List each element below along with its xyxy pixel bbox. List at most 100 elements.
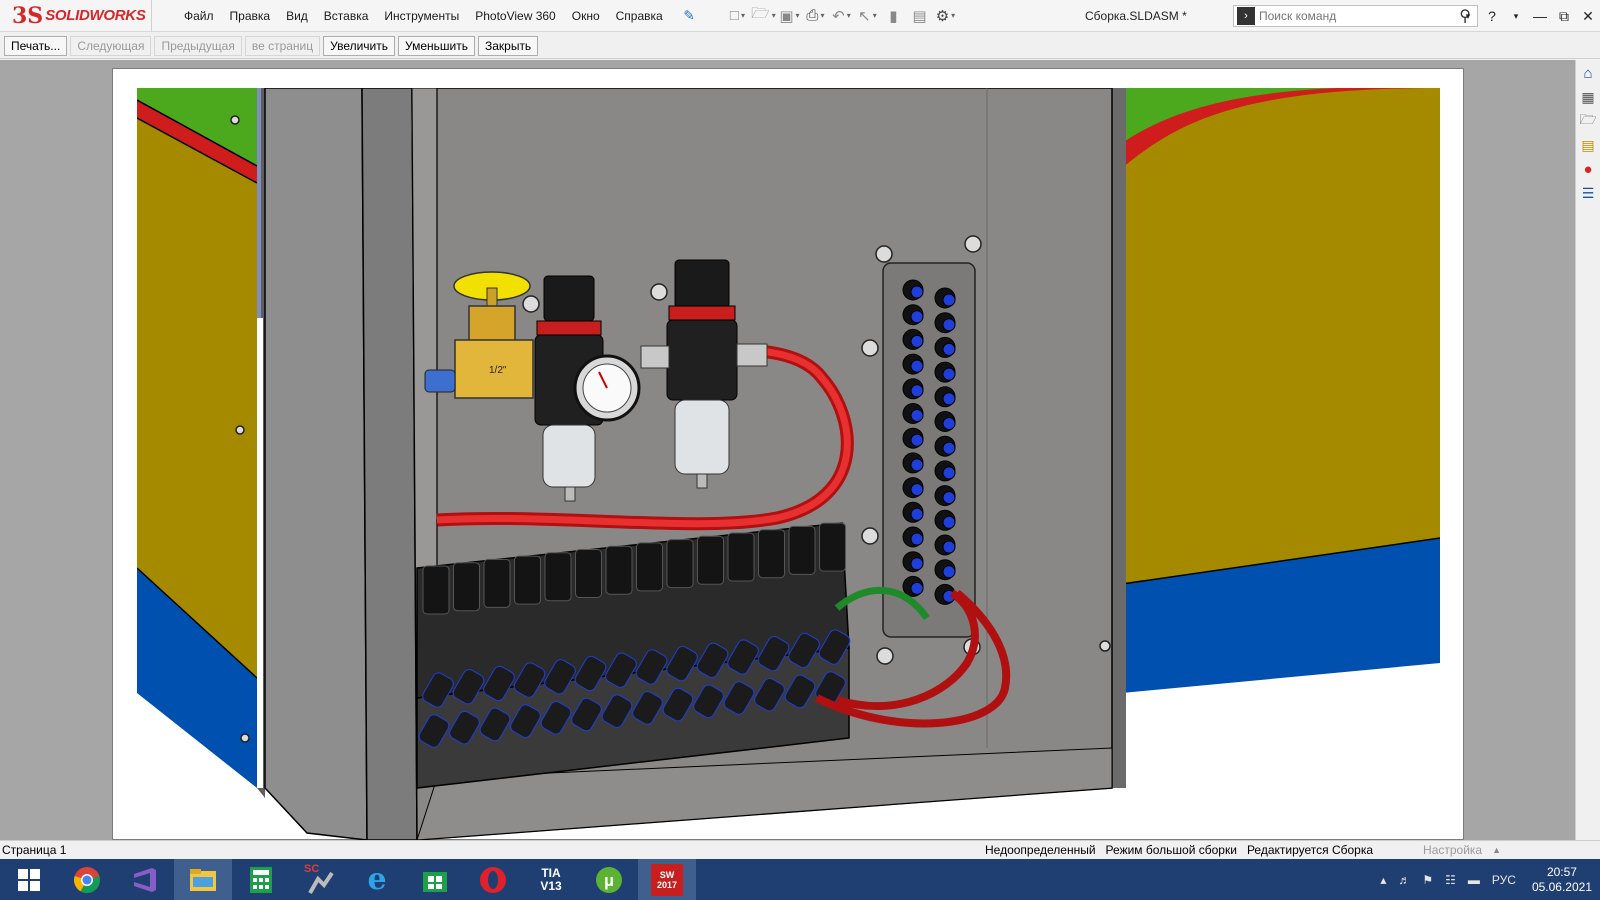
solidworks-logo[interactable]: 3S SOLIDWORKS	[0, 0, 152, 32]
print-preview-toolbar: Печать... Следующая Предыдущая ве страни…	[0, 33, 1600, 59]
solenoid-coil	[483, 558, 511, 608]
push-fitting-collet	[942, 565, 956, 579]
utorrent-icon[interactable]: µ	[580, 859, 638, 900]
custom-properties-icon[interactable]: ☰	[1577, 182, 1599, 204]
show-hidden-icons-icon[interactable]: ▴	[1380, 873, 1386, 887]
open-document-icon[interactable]: 🗁 ▾	[750, 5, 776, 27]
help-icon[interactable]: ?	[1480, 8, 1504, 24]
file-explorer-pane-icon[interactable]: 🗁	[1577, 110, 1599, 132]
push-fitting-collet	[910, 310, 924, 324]
solidworks-resources-icon[interactable]: ⌂	[1577, 62, 1599, 84]
file-explorer-icon[interactable]	[174, 859, 232, 900]
push-fitting-collet	[942, 367, 956, 381]
design-library-icon[interactable]: ▦	[1577, 86, 1599, 108]
print-button[interactable]: Печать...	[4, 35, 68, 56]
options-gear-icon[interactable]: ⚙ ▾	[932, 5, 958, 27]
minimize-icon[interactable]: —	[1528, 8, 1552, 24]
close-preview-button[interactable]: Закрыть	[477, 35, 539, 56]
push-fitting-collet	[910, 334, 924, 348]
brand-name: SOLIDWORKS	[45, 7, 146, 24]
windows-start-icon[interactable]	[0, 859, 58, 900]
restore-icon[interactable]: ⧉	[1552, 8, 1576, 25]
language-indicator[interactable]: РУС	[1492, 873, 1516, 887]
close-icon[interactable]: ✕	[1576, 8, 1600, 25]
editing-status: Редактируется Сборка	[1246, 843, 1374, 857]
status-bar: Страница 1 Недоопределенный Режим большо…	[0, 840, 1600, 859]
two-pages-button[interactable]: ве страниц	[244, 35, 321, 56]
tia-portal-icon[interactable]: TIA V13	[522, 859, 580, 900]
push-fitting-collet	[910, 507, 924, 521]
push-fitting-collet	[910, 285, 924, 299]
opera-icon[interactable]	[464, 859, 522, 900]
push-fitting-collet	[942, 417, 956, 430]
push-fitting-collet	[910, 557, 924, 571]
solenoid-coil	[666, 539, 694, 589]
visual-studio-icon[interactable]	[116, 859, 174, 900]
calculator-icon[interactable]	[232, 859, 290, 900]
clock-time: 20:57	[1546, 864, 1577, 879]
pin-menu-icon[interactable]: ✏	[678, 5, 699, 25]
title-bar: 3S SOLIDWORKS Файл Правка Вид Вставка Ин…	[0, 0, 1600, 32]
command-prompt-icon: ›	[1237, 7, 1255, 25]
view-palette-icon[interactable]: ▤	[1577, 134, 1599, 156]
previous-page-button[interactable]: Предыдущая	[154, 35, 242, 56]
clock[interactable]: 20:57 05.06.2021	[1532, 865, 1592, 895]
push-fitting-collet	[910, 581, 924, 595]
definition-state: Недоопределенный	[985, 843, 1096, 857]
task-pane-strip: ⌂ ▦ 🗁 ▤ ● ☰	[1575, 60, 1600, 840]
select-icon[interactable]: ↖ ▾	[854, 5, 880, 27]
network-icon[interactable]: ☷	[1445, 873, 1456, 887]
push-fitting-collet	[910, 359, 924, 373]
zoom-in-button[interactable]: Увеличить	[323, 35, 395, 56]
menu-edit[interactable]: Правка	[222, 9, 279, 23]
signal-icon[interactable]: ▬	[1468, 873, 1480, 887]
menu-view[interactable]: Вид	[278, 9, 316, 23]
push-fitting-collet	[910, 458, 924, 472]
sc-tool-icon[interactable]: SC	[290, 859, 348, 900]
solidworks-2017-icon[interactable]: SW 2017	[638, 859, 696, 900]
volume-icon[interactable]: ♬	[1398, 873, 1410, 887]
solenoid-coil	[575, 549, 602, 598]
solenoid-coil	[605, 545, 633, 595]
page-indicator: Страница 1	[2, 843, 67, 857]
menu-insert[interactable]: Вставка	[316, 9, 377, 23]
next-page-button[interactable]: Следующая	[70, 35, 152, 56]
new-document-icon[interactable]: □ ▾	[724, 5, 750, 27]
push-fitting-collet	[942, 318, 956, 332]
appearances-icon[interactable]: ●	[1577, 158, 1599, 180]
push-fitting-collet	[942, 515, 956, 529]
status-expand-icon[interactable]: ▲	[1487, 845, 1506, 855]
windows-taskbar: SC e TIA V13 µ SW 2017 ▴ ♬ ⚑ ☷ ▬ РУС 20:…	[0, 859, 1600, 900]
search-dropdown-icon[interactable]: ▾	[1456, 11, 1480, 22]
rebuild-icon[interactable]: ▮	[880, 5, 906, 27]
command-search[interactable]: › ⚲	[1233, 5, 1478, 27]
menu-photoview[interactable]: PhotoView 360	[467, 9, 564, 23]
help-dropdown-icon[interactable]: ▾	[1504, 11, 1528, 22]
file-properties-icon[interactable]: ▤	[906, 5, 932, 27]
solenoid-coil	[758, 529, 785, 579]
customize-menu[interactable]: Настройка	[1418, 843, 1487, 857]
solenoid-coil	[727, 532, 755, 582]
notification-flag-icon[interactable]: ⚑	[1422, 873, 1433, 887]
menu-help[interactable]: Справка	[608, 9, 671, 23]
push-fitting-collet	[910, 532, 924, 546]
store-icon[interactable]	[406, 859, 464, 900]
menu-file[interactable]: Файл	[176, 9, 222, 23]
undo-icon[interactable]: ↶ ▾	[828, 5, 854, 27]
model-render: 1/2"	[137, 88, 1440, 840]
search-input[interactable]	[1259, 9, 1439, 23]
solenoid-coil	[422, 565, 450, 615]
left-side-panel	[137, 88, 265, 798]
menu-window[interactable]: Окно	[564, 9, 608, 23]
chrome-icon[interactable]	[58, 859, 116, 900]
print-icon[interactable]: ⎙ ▾	[802, 5, 828, 27]
save-icon[interactable]: ▣ ▾	[776, 5, 802, 27]
solenoid-coil	[819, 522, 846, 572]
solenoid-coil	[697, 535, 724, 585]
quick-access-toolbar: □ ▾ 🗁 ▾ ▣ ▾ ⎙ ▾ ↶ ▾ ↖ ▾ ▮ ▤ ⚙ ▾	[724, 0, 958, 32]
menu-tools[interactable]: Инструменты	[376, 9, 467, 23]
zoom-out-button[interactable]: Уменьшить	[398, 35, 475, 56]
menu-bar: Файл Правка Вид Вставка Инструменты Phot…	[176, 0, 699, 32]
window-controls: ▾ ? ▾ — ⧉ ✕	[1456, 0, 1600, 32]
internet-explorer-icon[interactable]: e	[348, 859, 406, 900]
